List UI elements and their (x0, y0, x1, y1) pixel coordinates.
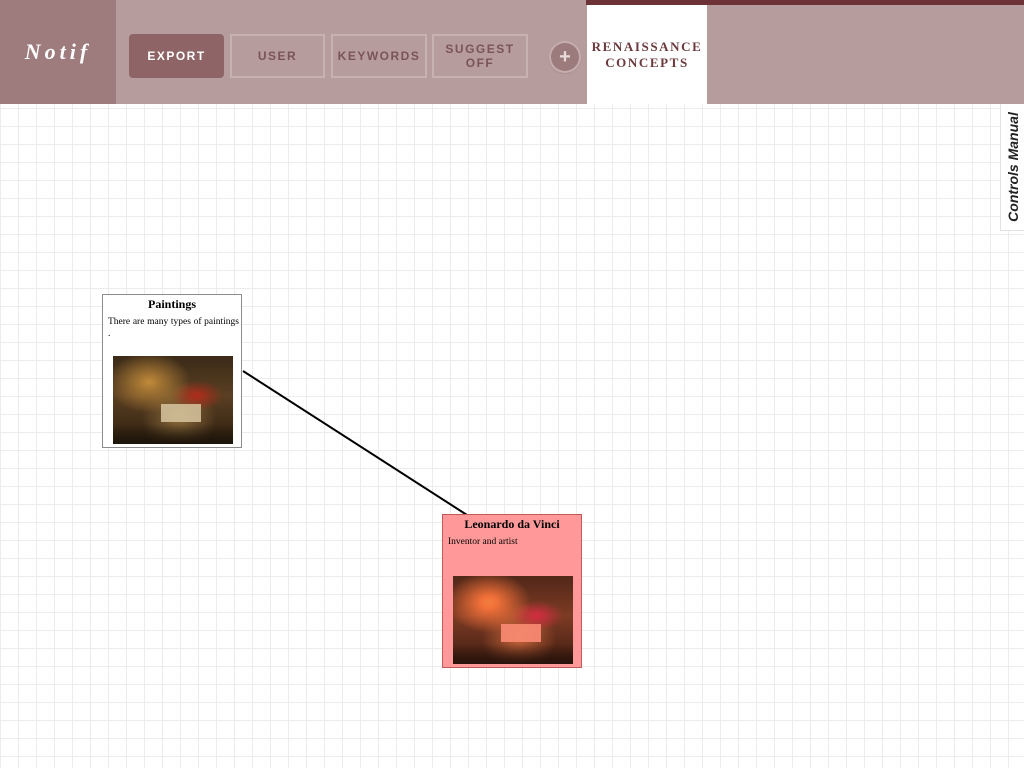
node-title: Leonardo da Vinci (464, 517, 560, 531)
add-tab-button[interactable]: + (551, 43, 579, 71)
export-button[interactable]: EXPORT (129, 34, 224, 78)
keywords-button-label: KEYWORDS (337, 49, 421, 63)
node-title: Paintings (147, 297, 196, 311)
export-button-label: EXPORT (147, 49, 206, 63)
node-description: There are many types of paintings . (108, 317, 239, 339)
suggest-toggle-label: SUGGEST OFF (445, 42, 515, 70)
suggest-toggle-button[interactable]: SUGGEST OFF (432, 34, 528, 78)
app-logo[interactable]: Notif (25, 39, 91, 65)
tab-renaissance-concepts[interactable]: RENAISSANCE CONCEPTS (587, 5, 707, 104)
controls-manual-tab[interactable]: Controls Manual (1000, 104, 1024, 231)
user-button-label: USER (257, 49, 298, 63)
node-description: Inventor and artist (448, 537, 518, 547)
node-connector-line[interactable] (242, 370, 468, 516)
tab-label: RENAISSANCE CONCEPTS (591, 38, 703, 70)
concept-node-leonardo-da-vinci[interactable]: Leonardo da Vinci Inventor and artist (442, 514, 582, 668)
concept-node-paintings[interactable]: Paintings There are many types of painti… (102, 294, 242, 448)
plus-icon: + (559, 46, 571, 68)
logo-block: Notif (0, 0, 116, 104)
painting-thumbnail (453, 576, 573, 664)
controls-manual-label: Controls Manual (1005, 112, 1022, 222)
user-button[interactable]: USER (230, 34, 325, 78)
painting-thumbnail (113, 356, 233, 444)
top-toolbar: Notif EXPORT USER KEYWORDS SUGGEST OFF +… (0, 0, 1024, 104)
keywords-button[interactable]: KEYWORDS (331, 34, 427, 78)
